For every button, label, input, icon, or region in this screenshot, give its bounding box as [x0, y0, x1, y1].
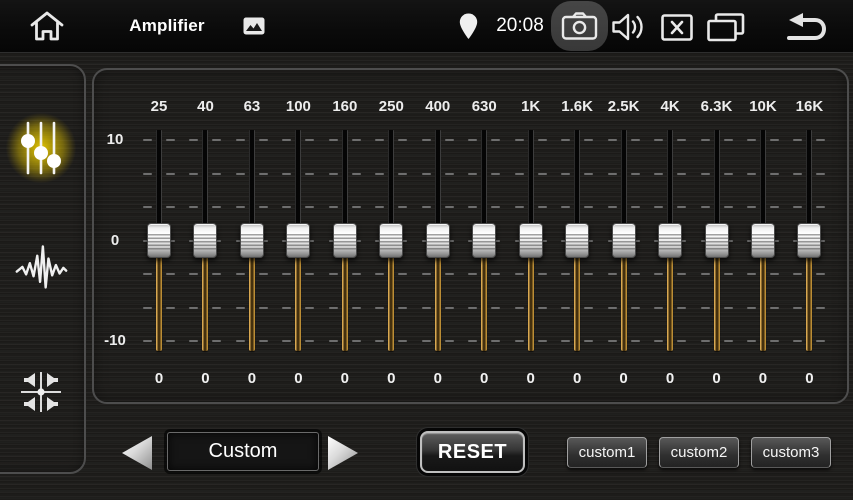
band-frequency-label: 4K [647, 98, 694, 115]
recent-apps-icon [707, 13, 745, 42]
slider-knob[interactable] [286, 223, 310, 258]
band-value-label: 0 [786, 370, 833, 387]
eq-band: 100 0 [275, 70, 322, 402]
band-value-label: 0 [136, 370, 183, 387]
image-icon [243, 17, 265, 35]
band-frequency-label: 40 [182, 98, 229, 115]
close-app-button[interactable] [660, 13, 694, 41]
back-button[interactable] [784, 11, 834, 43]
home-icon [28, 9, 66, 43]
custom3-button[interactable]: custom3 [751, 437, 831, 468]
band-value-label: 0 [693, 370, 740, 387]
recent-apps-button[interactable] [706, 12, 746, 42]
sidebar-item-equalizer[interactable] [8, 115, 74, 181]
top-bar: Amplifier 20:08 [0, 0, 853, 53]
eq-band: 6.3K 0 [693, 70, 740, 402]
eq-band: 16K 0 [786, 70, 833, 402]
eq-panel: 10 0 -10 25 0 40 0 63 0 100 0 160 0 [92, 68, 849, 404]
band-frequency-label: 63 [228, 98, 275, 115]
scale-label-max: 10 [98, 131, 132, 149]
volume-button[interactable] [610, 11, 646, 43]
preset-display[interactable]: Custom [167, 432, 319, 471]
slider-knob[interactable] [333, 223, 357, 258]
screenshot-button[interactable] [551, 1, 608, 51]
band-frequency-label: 6.3K [693, 98, 740, 115]
band-value-label: 0 [647, 370, 694, 387]
eq-band: 63 0 [228, 70, 275, 402]
eq-sliders-icon [18, 120, 64, 176]
band-frequency-label: 16K [786, 98, 833, 115]
eq-band: 40 0 [182, 70, 229, 402]
eq-band: 2.5K 0 [600, 70, 647, 402]
band-value-label: 0 [275, 370, 322, 387]
custom1-button[interactable]: custom1 [567, 437, 647, 468]
slider-knob[interactable] [658, 223, 682, 258]
slider-knob[interactable] [193, 223, 217, 258]
eq-band: 250 0 [368, 70, 415, 402]
eq-band: 25 0 [136, 70, 183, 402]
slider-knob[interactable] [705, 223, 729, 258]
slider-knob[interactable] [519, 223, 543, 258]
band-value-label: 0 [600, 370, 647, 387]
speaker-balance-icon [14, 365, 68, 419]
scale-label-min: -10 [98, 332, 132, 350]
preset-prev-button[interactable] [122, 436, 152, 470]
sidebar-item-sound-effect[interactable] [8, 233, 74, 299]
band-value-label: 0 [414, 370, 461, 387]
slider-knob[interactable] [472, 223, 496, 258]
slider-knob[interactable] [426, 223, 450, 258]
custom2-button[interactable]: custom2 [659, 437, 739, 468]
eq-band: 400 0 [414, 70, 461, 402]
band-value-label: 0 [739, 370, 786, 387]
slider-knob[interactable] [797, 223, 821, 258]
preset-next-button[interactable] [328, 436, 358, 470]
location-icon [459, 13, 478, 40]
clock: 20:08 [489, 0, 551, 52]
reset-button[interactable]: RESET [420, 431, 525, 473]
gps-status [457, 12, 479, 40]
eq-band: 4K 0 [647, 70, 694, 402]
band-frequency-label: 400 [414, 98, 461, 115]
band-value-label: 0 [507, 370, 554, 387]
band-frequency-label: 25 [136, 98, 183, 115]
scale-label-zero: 0 [98, 232, 132, 250]
band-frequency-label: 630 [461, 98, 508, 115]
camera-icon [561, 11, 598, 41]
band-value-label: 0 [182, 370, 229, 387]
band-frequency-label: 1.6K [554, 98, 601, 115]
band-frequency-label: 1K [507, 98, 554, 115]
wallpaper-button[interactable] [242, 16, 266, 36]
band-value-label: 0 [461, 370, 508, 387]
eq-band: 1K 0 [507, 70, 554, 402]
speaker-icon [611, 12, 645, 42]
page-title: Amplifier [102, 0, 232, 52]
band-value-label: 0 [321, 370, 368, 387]
sidebar-panel [0, 64, 86, 474]
band-frequency-label: 100 [275, 98, 322, 115]
slider-knob[interactable] [379, 223, 403, 258]
back-icon [785, 12, 833, 43]
eq-band: 10K 0 [739, 70, 786, 402]
slider-knob[interactable] [565, 223, 589, 258]
eq-band: 160 0 [321, 70, 368, 402]
band-value-label: 0 [228, 370, 275, 387]
eq-band: 630 0 [461, 70, 508, 402]
slider-knob[interactable] [612, 223, 636, 258]
home-button[interactable] [24, 7, 70, 45]
band-frequency-label: 10K [739, 98, 786, 115]
eq-band: 1.6K 0 [554, 70, 601, 402]
band-value-label: 0 [368, 370, 415, 387]
band-frequency-label: 250 [368, 98, 415, 115]
slider-knob[interactable] [147, 223, 171, 258]
band-frequency-label: 2.5K [600, 98, 647, 115]
waveform-icon [14, 238, 68, 294]
sidebar-item-balance-fader[interactable] [8, 359, 74, 425]
slider-knob[interactable] [240, 223, 264, 258]
slider-knob[interactable] [751, 223, 775, 258]
band-frequency-label: 160 [321, 98, 368, 115]
band-value-label: 0 [554, 370, 601, 387]
close-app-icon [661, 14, 693, 41]
